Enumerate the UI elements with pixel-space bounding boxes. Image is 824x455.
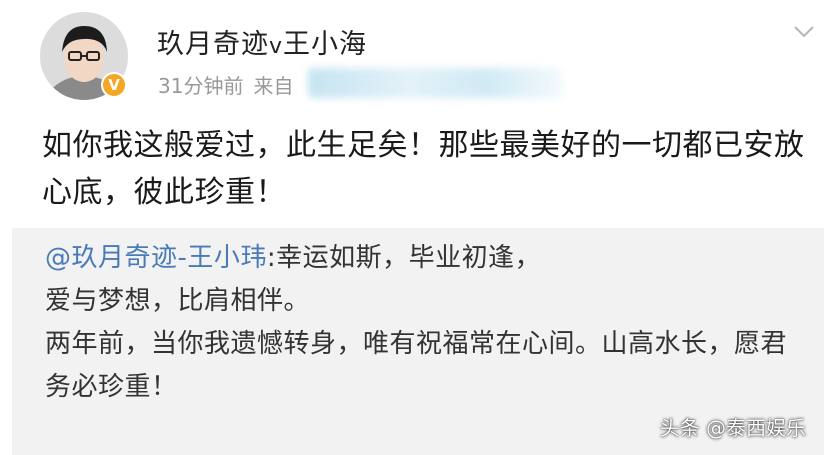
post-time: 31分钟前 <box>158 74 244 98</box>
post-meta: 31分钟前 来自 <box>158 70 293 99</box>
redacted-source <box>308 68 562 98</box>
repost-line-2: 爱与梦想，比肩相伴。 <box>45 286 311 316</box>
repost-line-3: 两年前，当你我遗憾转身，唯有祝福常在心间。山高水长，愿君务必珍重！ <box>45 329 788 402</box>
repost-line-1: :幸运如斯，毕业初逢， <box>266 243 542 273</box>
post-content: 如你我这般爱过，此生足矣！那些最美好的一切都已安放心底，彼此珍重！ <box>42 128 805 210</box>
chevron-down-icon[interactable] <box>793 24 815 40</box>
post-source-label: 来自 <box>253 74 294 98</box>
repost-mention-link[interactable]: @玖月奇迹-王小玮 <box>45 243 267 273</box>
watermark: 头条 @泰西娱乐 <box>659 416 806 440</box>
repost-content: @玖月奇迹-王小玮:幸运如斯，毕业初逢， 爱与梦想，比肩相伴。 两年前，当你我遗… <box>45 237 805 409</box>
post-username[interactable]: 玖月奇迹v王小海 <box>157 22 367 61</box>
verified-badge-icon: V <box>101 72 127 98</box>
weibo-post-card: V 玖月奇迹v王小海 31分钟前 来自 如你我这般爱过，此生足矣！那些最美好的一切… <box>0 0 824 455</box>
